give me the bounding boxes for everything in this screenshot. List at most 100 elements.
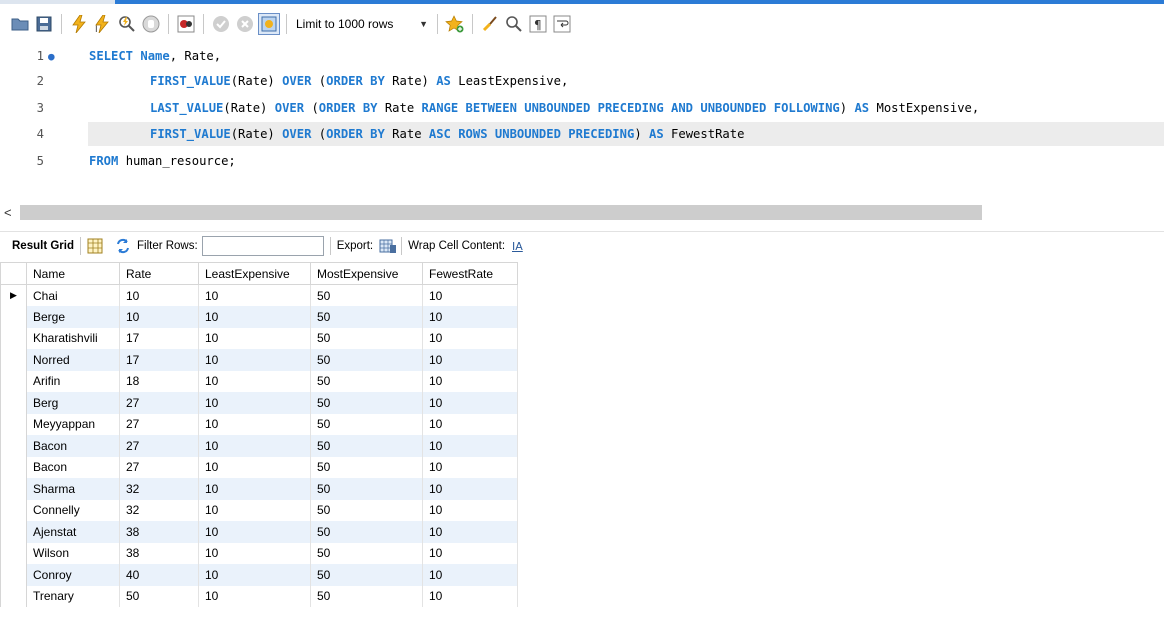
table-row[interactable]: ▶ Chai 10 10 50 10 <box>0 284 518 306</box>
word-wrap-icon[interactable] <box>551 13 573 35</box>
grid-cell[interactable]: 27 <box>119 456 199 478</box>
grid-cell[interactable]: 27 <box>119 435 199 457</box>
beautify-brush-icon[interactable] <box>479 13 501 35</box>
table-row[interactable]: Berge 10 10 50 10 <box>0 306 518 328</box>
explain-magnifier-icon[interactable] <box>116 13 138 35</box>
grid-cell[interactable]: 10 <box>198 435 311 457</box>
row-header[interactable] <box>0 585 27 607</box>
row-header[interactable] <box>0 456 27 478</box>
grid-cell[interactable]: 10 <box>198 392 311 414</box>
invisible-chars-icon[interactable]: ¶ <box>527 13 549 35</box>
row-header[interactable] <box>0 521 27 543</box>
row-header[interactable] <box>0 413 27 435</box>
grid-cell[interactable]: Bacon <box>26 456 120 478</box>
grid-cell[interactable]: 50 <box>310 413 423 435</box>
scroll-left-arrow-icon[interactable]: < <box>4 205 12 220</box>
table-row[interactable]: Meyyappan 27 10 50 10 <box>0 413 518 435</box>
row-header[interactable] <box>0 478 27 500</box>
grid-cell[interactable]: 10 <box>422 435 518 457</box>
filter-refresh-icon[interactable] <box>115 238 131 254</box>
grid-cell[interactable]: Ajenstat <box>26 521 120 543</box>
table-row[interactable]: Sharma 32 10 50 10 <box>0 478 518 500</box>
column-header-leastexpensive[interactable]: LeastExpensive <box>198 262 311 285</box>
editor-horizontal-scrollbar[interactable]: < <box>0 204 1164 222</box>
toggle-error-icon[interactable] <box>175 13 197 35</box>
open-folder-icon[interactable] <box>9 13 31 35</box>
grid-cell[interactable]: Kharatishvili <box>26 327 120 349</box>
stop-hand-icon[interactable] <box>140 13 162 35</box>
grid-cell[interactable]: 10 <box>198 585 311 607</box>
grid-cell[interactable]: Chai <box>26 284 120 306</box>
grid-cell[interactable]: 18 <box>119 370 199 392</box>
row-header[interactable] <box>0 306 27 328</box>
grid-cell[interactable]: Bacon <box>26 435 120 457</box>
grid-cell[interactable]: Wilson <box>26 542 120 564</box>
commit-check-icon[interactable] <box>210 13 232 35</box>
column-header-mostexpensive[interactable]: MostExpensive <box>310 262 423 285</box>
autocommit-toggle-icon[interactable] <box>258 13 280 35</box>
grid-cell[interactable]: 50 <box>310 585 423 607</box>
grid-cell[interactable]: 32 <box>119 478 199 500</box>
grid-cell[interactable]: 50 <box>310 456 423 478</box>
grid-cell[interactable]: 10 <box>422 542 518 564</box>
grid-cell[interactable]: 10 <box>422 564 518 586</box>
grid-cell[interactable]: 50 <box>310 478 423 500</box>
grid-cell[interactable]: 10 <box>422 585 518 607</box>
grid-cell[interactable]: 38 <box>119 521 199 543</box>
table-row[interactable]: Berg 27 10 50 10 <box>0 392 518 414</box>
grid-cell[interactable]: 10 <box>198 284 311 306</box>
grid-cell[interactable]: 10 <box>422 284 518 306</box>
grid-cell[interactable]: 50 <box>310 349 423 371</box>
export-icon[interactable] <box>379 238 397 254</box>
table-row[interactable]: Arifin 18 10 50 10 <box>0 370 518 392</box>
execute-current-icon[interactable]: I <box>92 13 114 35</box>
grid-cell[interactable]: Trenary <box>26 585 120 607</box>
grid-cell[interactable]: 10 <box>198 349 311 371</box>
sql-editor[interactable]: 1 ● SELECT Name, Rate, 2 FIRST_VALUE(Rat… <box>0 40 1164 190</box>
row-header[interactable] <box>0 499 27 521</box>
grid-cell[interactable]: 32 <box>119 499 199 521</box>
table-row[interactable]: Conroy 40 10 50 10 <box>0 564 518 586</box>
grid-cell[interactable]: 10 <box>422 370 518 392</box>
grid-cell[interactable]: 50 <box>310 542 423 564</box>
table-row[interactable]: Kharatishvili 17 10 50 10 <box>0 327 518 349</box>
grid-cell[interactable]: 27 <box>119 392 199 414</box>
grid-cell[interactable]: 10 <box>198 370 311 392</box>
grid-cell[interactable]: Berge <box>26 306 120 328</box>
grid-cell[interactable]: 10 <box>198 306 311 328</box>
grid-cell[interactable]: 10 <box>422 521 518 543</box>
grid-cell[interactable]: 10 <box>198 456 311 478</box>
grid-cell[interactable]: 10 <box>198 327 311 349</box>
table-row[interactable]: Ajenstat 38 10 50 10 <box>0 521 518 543</box>
grid-cell[interactable]: 50 <box>310 327 423 349</box>
grid-cell[interactable]: 50 <box>310 521 423 543</box>
grid-cell[interactable]: Connelly <box>26 499 120 521</box>
grid-cell[interactable]: 17 <box>119 327 199 349</box>
grid-cell[interactable]: Berg <box>26 392 120 414</box>
row-header[interactable] <box>0 327 27 349</box>
row-header[interactable] <box>0 349 27 371</box>
column-header-name[interactable]: Name <box>26 262 120 285</box>
grid-cell[interactable]: 10 <box>422 349 518 371</box>
grid-cell[interactable]: 10 <box>422 413 518 435</box>
grid-cell[interactable]: Conroy <box>26 564 120 586</box>
grid-cell[interactable]: 10 <box>198 413 311 435</box>
table-row[interactable]: Bacon 27 10 50 10 <box>0 456 518 478</box>
table-row[interactable]: Norred 17 10 50 10 <box>0 349 518 371</box>
rollback-x-icon[interactable] <box>234 13 256 35</box>
grid-cell[interactable]: 10 <box>422 456 518 478</box>
grid-cell[interactable]: 40 <box>119 564 199 586</box>
filter-rows-input[interactable] <box>201 236 324 256</box>
row-header[interactable] <box>0 564 27 586</box>
row-header[interactable] <box>0 392 27 414</box>
grid-cell[interactable]: 10 <box>422 306 518 328</box>
row-header[interactable] <box>0 435 27 457</box>
grid-cell[interactable]: 50 <box>310 392 423 414</box>
grid-cell[interactable]: 50 <box>310 306 423 328</box>
grid-cell[interactable]: 10 <box>198 542 311 564</box>
grid-cell[interactable]: Sharma <box>26 478 120 500</box>
grid-layout-icon[interactable] <box>87 238 103 254</box>
row-header[interactable] <box>0 370 27 392</box>
grid-cell[interactable]: 10 <box>422 499 518 521</box>
grid-cell[interactable]: 10 <box>422 478 518 500</box>
